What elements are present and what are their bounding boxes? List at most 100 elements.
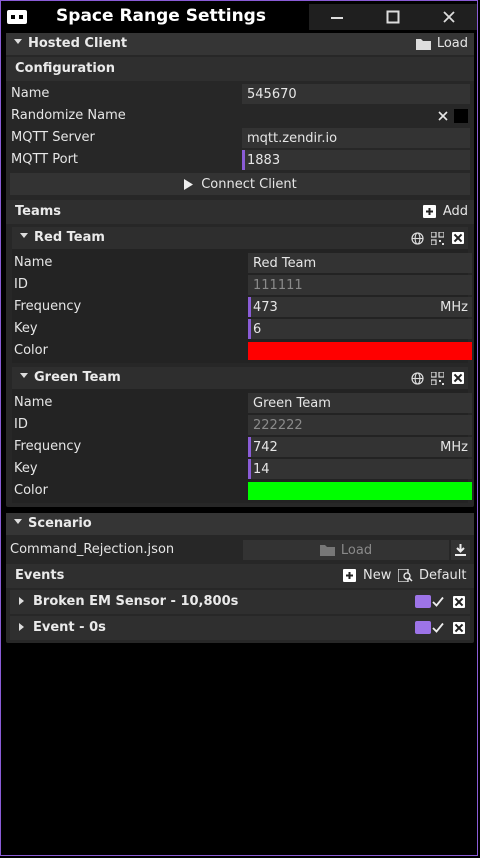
- chevron-right-icon: [19, 597, 24, 605]
- frequency-value: 473: [253, 300, 278, 315]
- download-icon: [455, 544, 466, 556]
- close-icon: [443, 11, 455, 23]
- team-color-swatch[interactable]: [248, 342, 472, 360]
- load-label: Load: [436, 36, 468, 51]
- event-label: Broken EM Sensor - 10,800s: [33, 594, 239, 609]
- randomize-name-label: Randomize Name: [11, 108, 126, 123]
- events-title: Events: [15, 568, 65, 583]
- add-label: Add: [442, 204, 468, 219]
- chevron-down-icon: [14, 519, 22, 524]
- hosted-client-title: Hosted Client: [28, 36, 128, 51]
- hosted-client-panel: Hosted Client Load Configuration Name 54…: [6, 33, 474, 507]
- scenario-title: Scenario: [28, 516, 92, 531]
- mqtt-port-field[interactable]: 1883: [242, 150, 470, 170]
- new-label: New: [363, 568, 392, 583]
- close-icon[interactable]: [452, 232, 464, 244]
- qr-code-icon[interactable]: [431, 232, 444, 245]
- globe-icon[interactable]: [411, 232, 424, 245]
- qr-code-icon[interactable]: [431, 372, 444, 385]
- scenario-header[interactable]: Scenario: [6, 513, 474, 535]
- event-row[interactable]: Broken EM Sensor - 10,800s: [10, 590, 470, 614]
- chevron-right-icon: [19, 623, 24, 631]
- event-row[interactable]: Event - 0s: [10, 616, 470, 640]
- scenario-load-label: Load: [340, 542, 373, 558]
- team-color-label: Color: [14, 483, 48, 498]
- minimize-button[interactable]: [309, 4, 365, 30]
- team-color-label: Color: [14, 343, 48, 358]
- event-enabled-toggle[interactable]: [415, 621, 431, 634]
- team-frequency-field[interactable]: 473 MHz: [248, 297, 472, 317]
- team-name-field[interactable]: Red Team: [248, 253, 472, 273]
- team-name-label: Name: [14, 255, 53, 270]
- team-title: Red Team: [34, 230, 105, 245]
- connect-client-label: Connect Client: [201, 176, 297, 192]
- team-color-swatch[interactable]: [248, 482, 472, 500]
- check-icon: [432, 596, 444, 607]
- default-label: Default: [419, 568, 467, 583]
- frequency-value: 742: [253, 440, 278, 455]
- client-name-field[interactable]: 545670: [242, 84, 470, 104]
- connect-client-button[interactable]: Connect Client: [10, 173, 470, 195]
- new-event-button[interactable]: New: [343, 568, 391, 583]
- frequency-unit: MHz: [440, 440, 468, 455]
- plus-icon: [422, 205, 436, 218]
- close-button[interactable]: [421, 4, 477, 30]
- team-frequency-label: Frequency: [14, 439, 82, 454]
- play-icon: [184, 178, 194, 190]
- mqtt-server-label: MQTT Server: [11, 130, 95, 145]
- mqtt-port-label: MQTT Port: [11, 152, 79, 167]
- team-title: Green Team: [34, 370, 121, 385]
- folder-icon: [415, 38, 431, 50]
- team-name-field[interactable]: Green Team: [248, 393, 472, 413]
- scenario-panel: Scenario Command_Rejection.json Load Eve…: [6, 513, 474, 643]
- team-id-field: 222222: [248, 415, 472, 435]
- load-button[interactable]: Load: [415, 36, 468, 51]
- team-id-label: ID: [14, 277, 28, 292]
- window-controls: [309, 4, 477, 30]
- maximize-button[interactable]: [365, 4, 421, 30]
- chevron-down-icon: [20, 373, 28, 378]
- close-icon[interactable]: [453, 596, 465, 608]
- scenario-load-button[interactable]: Load: [243, 540, 449, 560]
- check-icon: [432, 622, 444, 633]
- add-team-button[interactable]: Add: [422, 204, 468, 219]
- team-card-green: Green Team Name Green Team ID 222222 Fre…: [12, 367, 472, 503]
- window-title: Space Range Settings: [56, 6, 266, 26]
- team-key-field[interactable]: 6: [248, 319, 472, 339]
- name-label: Name: [11, 86, 50, 101]
- close-icon[interactable]: [452, 372, 464, 384]
- team-frequency-label: Frequency: [14, 299, 82, 314]
- configuration-header: Configuration: [6, 57, 474, 81]
- team-key-label: Key: [14, 461, 38, 476]
- team-frequency-field[interactable]: 742 MHz: [248, 437, 472, 457]
- team-header-red[interactable]: Red Team: [12, 227, 468, 249]
- folder-icon: [319, 545, 335, 556]
- frequency-unit: MHz: [440, 300, 468, 315]
- toggle-box: [454, 109, 468, 123]
- scenario-file-label: Command_Rejection.json: [10, 542, 175, 557]
- download-button[interactable]: [451, 540, 470, 560]
- team-card-red: Red Team Name Red Team ID 111111 Frequen…: [12, 227, 472, 363]
- team-id-label: ID: [14, 417, 28, 432]
- default-events-button[interactable]: Default: [398, 568, 467, 583]
- plus-icon: [343, 569, 356, 582]
- maximize-icon: [386, 10, 400, 24]
- event-label: Event - 0s: [33, 620, 106, 635]
- team-key-label: Key: [14, 321, 38, 336]
- team-name-label: Name: [14, 395, 53, 410]
- hosted-client-header[interactable]: Hosted Client Load: [6, 33, 474, 55]
- close-icon[interactable]: [453, 622, 465, 634]
- event-enabled-toggle[interactable]: [415, 595, 431, 608]
- globe-icon[interactable]: [411, 372, 424, 385]
- events-header: Events New Default: [6, 564, 474, 588]
- randomize-name-toggle[interactable]: [434, 109, 470, 123]
- mqtt-server-field[interactable]: mqtt.zendir.io: [242, 128, 470, 148]
- team-header-green[interactable]: Green Team: [12, 367, 468, 389]
- teams-title: Teams: [15, 204, 62, 219]
- chevron-down-icon: [20, 233, 28, 238]
- title-bar: Space Range Settings: [1, 1, 477, 32]
- minimize-icon: [331, 17, 343, 19]
- search-icon: [398, 569, 413, 582]
- team-key-field[interactable]: 14: [248, 459, 472, 479]
- chevron-down-icon: [14, 39, 22, 44]
